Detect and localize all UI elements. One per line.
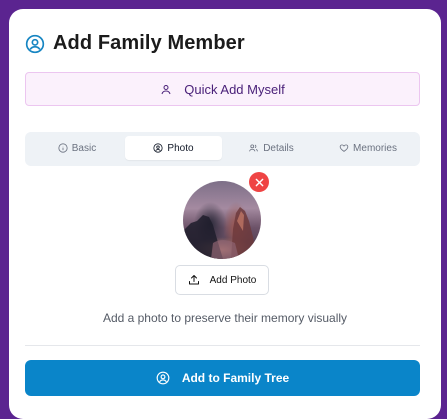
- remove-photo-button[interactable]: [249, 172, 269, 192]
- landscape-photo: [183, 207, 257, 259]
- tab-basic-label: Basic: [71, 142, 97, 154]
- heart-icon: [339, 144, 349, 152]
- tab-bar: Basic Photo Details Memories: [25, 132, 420, 166]
- add-to-family-tree-button[interactable]: Add to Family Tree: [25, 360, 420, 396]
- tab-details[interactable]: Details: [224, 136, 318, 160]
- tab-details-label: Details: [263, 142, 294, 154]
- user-circle-icon: [156, 371, 170, 385]
- quick-add-label: Quick Add Myself: [184, 81, 285, 97]
- photo-hint-text: Add a photo to preserve their memory vis…: [102, 311, 348, 325]
- user-circle-icon: [25, 34, 45, 53]
- dialog-title: Add Family Member: [53, 32, 245, 54]
- tab-photo-label: Photo: [167, 142, 194, 154]
- tab-basic[interactable]: Basic: [31, 136, 123, 160]
- close-icon: [255, 178, 263, 186]
- add-photo-button[interactable]: Add Photo: [175, 265, 269, 295]
- user-icon: [161, 84, 171, 94]
- users-icon: [249, 144, 259, 152]
- member-photo-preview: [183, 181, 261, 259]
- add-photo-label: Add Photo: [209, 274, 257, 286]
- camera-icon: [153, 143, 164, 153]
- tab-memories[interactable]: Memories: [320, 136, 416, 160]
- submit-label: Add to Family Tree: [181, 371, 290, 385]
- tab-memories-label: Memories: [353, 142, 397, 154]
- dialog-header: Add Family Member: [25, 32, 245, 55]
- add-family-member-dialog: Add Family Member Quick Add Myself Basic…: [9, 9, 441, 419]
- info-icon: [58, 143, 68, 153]
- upload-icon: [188, 275, 199, 285]
- quick-add-myself-button[interactable]: Quick Add Myself: [25, 72, 420, 106]
- divider: [25, 345, 420, 346]
- tab-photo[interactable]: Photo: [125, 136, 222, 160]
